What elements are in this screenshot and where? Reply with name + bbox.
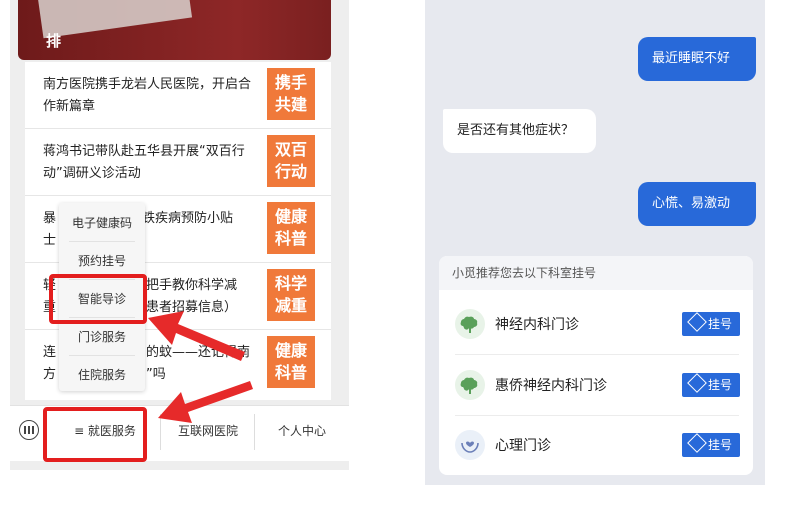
recommendation-title: 小觅推荐您去以下科室挂号 [439, 256, 753, 290]
department-recommendation-card: 小觅推荐您去以下科室挂号 神经内科门诊 挂号 惠侨神经内科门诊 挂号 心理门诊 … [439, 256, 753, 475]
department-name: 心理门诊 [495, 438, 551, 454]
register-button[interactable]: 挂号 [682, 373, 740, 397]
register-button-label: 挂号 [707, 378, 732, 392]
department-row[interactable]: 神经内科门诊 挂号 [439, 294, 753, 354]
hands-heart-icon [455, 430, 485, 460]
register-button-label: 挂号 [707, 438, 732, 452]
register-button[interactable]: 挂号 [682, 312, 740, 336]
register-icon [687, 312, 707, 332]
user-message-bubble: 心慌、易激动 [638, 182, 756, 226]
register-icon [687, 433, 707, 453]
department-name: 惠侨神经内科门诊 [495, 378, 607, 394]
department-row[interactable]: 心理门诊 挂号 [439, 415, 753, 475]
brain-icon [455, 370, 485, 400]
register-icon [687, 373, 707, 393]
brain-icon [455, 309, 485, 339]
register-button[interactable]: 挂号 [682, 433, 740, 457]
user-message-bubble: 最近睡眠不好 [638, 37, 756, 81]
right-phone-chat-screen: 最近睡眠不好 是否还有其他症状？ 心慌、易激动 小觅推荐您去以下科室挂号 神经内… [425, 0, 765, 485]
department-name: 神经内科门诊 [495, 317, 579, 333]
department-row[interactable]: 惠侨神经内科门诊 挂号 [439, 355, 753, 415]
arrow-icon [148, 311, 245, 361]
bot-message-bubble: 是否还有其他症状？ [443, 109, 596, 153]
register-button-label: 挂号 [707, 317, 732, 331]
arrow-icon [158, 381, 253, 423]
